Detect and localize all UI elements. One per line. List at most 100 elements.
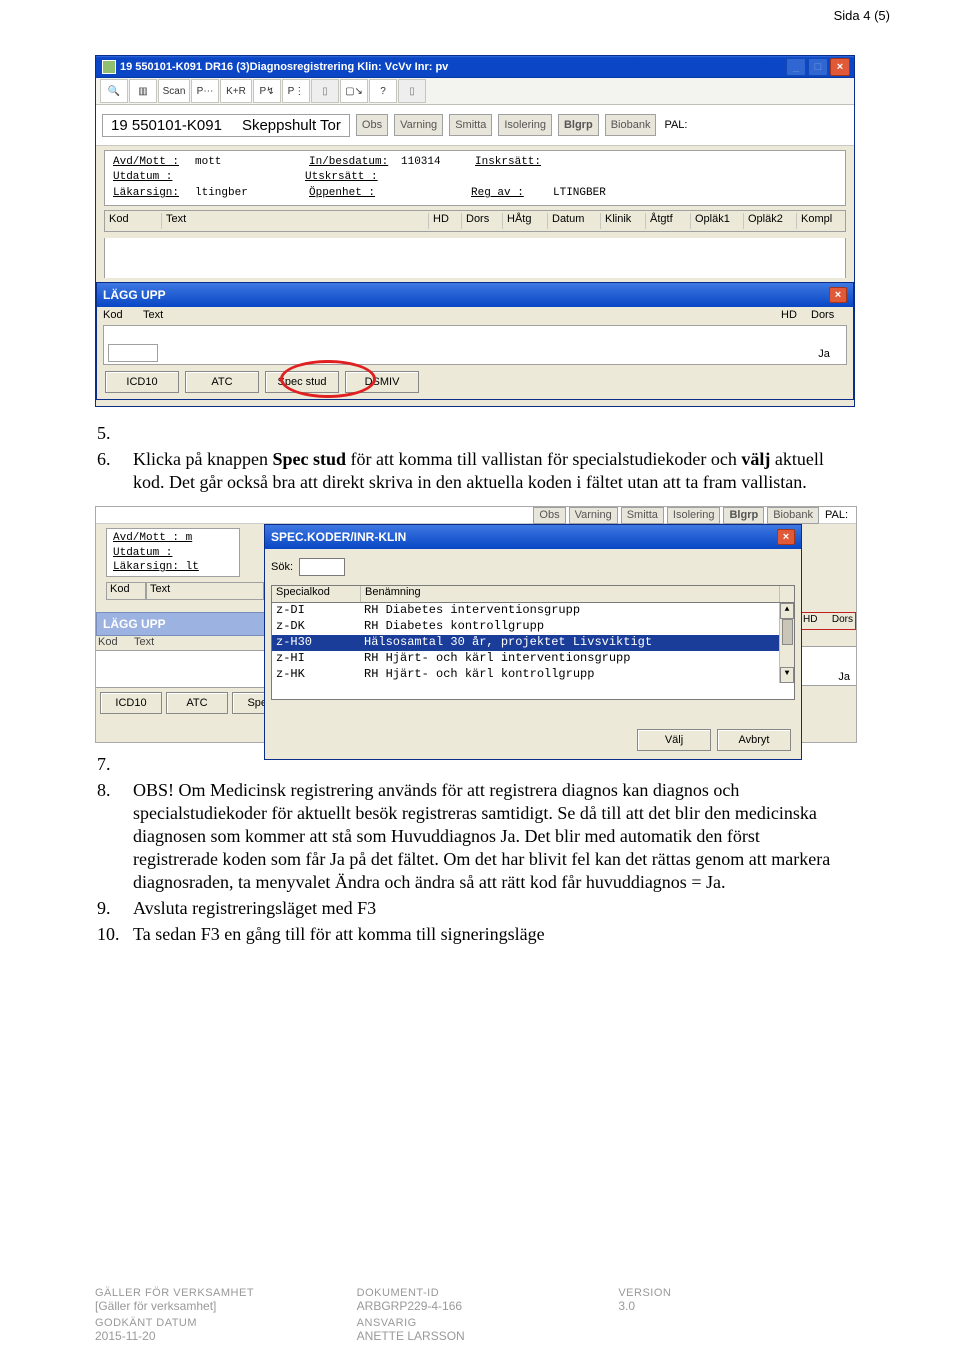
- blgrp-button[interactable]: Blgrp: [723, 507, 764, 524]
- value-lakarsign: ltingber: [195, 186, 305, 201]
- codelist[interactable]: ▲ ▼ z-DIRH Diabetes interventionsgruppz-…: [271, 602, 795, 700]
- scroll-thumb[interactable]: [782, 619, 793, 645]
- scrollbar[interactable]: ▲ ▼: [779, 603, 794, 683]
- avbryt-button[interactable]: Avbryt: [717, 729, 791, 751]
- item-text: Ta sedan F3 en gång till för att komma t…: [133, 923, 880, 946]
- icd10-button[interactable]: ICD10: [100, 692, 162, 714]
- label-lakarsign: Läkarsign:: [113, 186, 191, 201]
- document-footer: GÄLLER FÖR VERKSAMHET [Gäller för verksa…: [95, 1287, 880, 1343]
- chart-icon[interactable]: P↯: [253, 79, 281, 103]
- sok-label: Sök:: [271, 561, 293, 573]
- code-cell: z-HI: [272, 651, 360, 667]
- patient-id-box: 19 550101-K091 Skeppshult Tor: [102, 114, 350, 137]
- value-avdmott: mott: [195, 155, 305, 170]
- col-datum: Datum: [548, 213, 601, 229]
- pal-label: PAL:: [823, 509, 850, 521]
- scroll-up-icon[interactable]: ▲: [780, 603, 794, 619]
- item-number: 7.: [95, 753, 133, 776]
- dsmiv-button[interactable]: DSMIV: [345, 371, 419, 393]
- name-cell: RH Hjärt- och kärl interventionsgrupp: [360, 651, 794, 667]
- col-hd: HD: [429, 213, 462, 229]
- scroll-down-icon[interactable]: ▼: [780, 667, 794, 683]
- spec-stud-button[interactable]: Spec stud: [265, 371, 339, 393]
- p2-icon[interactable]: P⋮: [282, 79, 310, 103]
- card-icon[interactable]: ▥: [129, 79, 157, 103]
- valj-button[interactable]: Välj: [637, 729, 711, 751]
- footer-value: [Gäller för verksamhet]: [95, 1299, 357, 1313]
- name-cell: RH Diabetes interventionsgrupp: [360, 603, 794, 619]
- col-benamning: Benämning: [361, 586, 779, 602]
- name-cell: Hälsosamtal 30 år, projektet Livsviktigt: [360, 635, 794, 651]
- obs-button[interactable]: Obs: [533, 507, 565, 524]
- empty-grid-area: [104, 238, 846, 278]
- maximize-button[interactable]: □: [808, 58, 828, 76]
- name-cell: RH Diabetes kontrollgrupp: [360, 619, 794, 635]
- codelist-row[interactable]: z-HKRH Hjärt- och kärl kontrollgrupp: [272, 667, 794, 683]
- entry-row: Ja: [103, 325, 847, 365]
- patient-bar: 19 550101-K091 Skeppshult Tor Obs Varnin…: [96, 105, 854, 146]
- obs-button[interactable]: Obs: [356, 114, 388, 136]
- label-utdatum: Utdatum :: [113, 170, 301, 185]
- item-number: 8.: [95, 779, 133, 894]
- dlg-col-kod: Kod: [103, 309, 143, 323]
- speckoder-dialog: SPEC.KODER/INR-KLIN × Sök: Specialkod Be…: [264, 524, 802, 760]
- code-cell: z-H30: [272, 635, 360, 651]
- list-item: 10. Ta sedan F3 en gång till för att kom…: [95, 923, 880, 946]
- ja-value: Ja: [800, 646, 856, 686]
- biobank-button[interactable]: Biobank: [605, 114, 657, 136]
- speckoder-title: SPEC.KODER/INR-KLIN: [271, 530, 406, 544]
- dialog-close-button[interactable]: ×: [777, 529, 795, 545]
- isolering-button[interactable]: Isolering: [498, 114, 552, 136]
- toolbar: 🔍 ▥ Scan P⋯ K+R P↯ P⋮ ▯ ▢↘ ? ▯: [96, 78, 854, 105]
- dialog-close-button[interactable]: ×: [829, 287, 847, 303]
- blgrp-button[interactable]: Blgrp: [558, 114, 599, 136]
- atc-button[interactable]: ATC: [185, 371, 259, 393]
- scroll-corner: [779, 586, 794, 602]
- doc-icon[interactable]: ▢↘: [340, 79, 368, 103]
- patient-name: Skeppshult Tor: [242, 117, 341, 134]
- varning-button[interactable]: Varning: [569, 507, 618, 524]
- dimmed-icon-2[interactable]: ▯: [398, 79, 426, 103]
- varning-button[interactable]: Varning: [394, 114, 443, 136]
- footer-label: GÄLLER FÖR VERKSAMHET: [95, 1287, 357, 1299]
- lagg-upp-faded: LÄGG UPP Kod Text ICD10 ATC Spec: [96, 612, 264, 718]
- col-specialkod: Specialkod: [272, 586, 361, 602]
- icd10-button[interactable]: ICD10: [105, 371, 179, 393]
- close-button[interactable]: ×: [830, 58, 850, 76]
- help-icon[interactable]: ?: [369, 79, 397, 103]
- smitta-button[interactable]: Smitta: [449, 114, 492, 136]
- label-avdmott: Avd/Mott :: [113, 155, 191, 170]
- kod-input[interactable]: [108, 344, 158, 362]
- minimize-button[interactable]: _: [786, 58, 806, 76]
- ja-value: Ja: [806, 348, 842, 362]
- codelist-row[interactable]: z-DKRH Diabetes kontrollgrupp: [272, 619, 794, 635]
- codelist-row[interactable]: z-H30Hälsosamtal 30 år, projektet Livsvi…: [272, 635, 794, 651]
- codelist-row[interactable]: z-DIRH Diabetes interventionsgrupp: [272, 603, 794, 619]
- footer-label: VERSION: [618, 1287, 880, 1299]
- col-atgtf: Åtgtf: [646, 213, 691, 229]
- value-regav: LTINGBER: [553, 186, 606, 201]
- item-text: [133, 422, 880, 445]
- title-bar[interactable]: 19 550101-K091 DR16 (3)Diagnosregistreri…: [96, 56, 854, 78]
- list-item: 8. OBS! Om Medicinsk registrering använd…: [95, 779, 880, 894]
- search-icon[interactable]: 🔍: [100, 79, 128, 103]
- footer-label: DOKUMENT-ID: [357, 1287, 619, 1299]
- atc-button[interactable]: ATC: [166, 692, 228, 714]
- codelist-row[interactable]: z-HIRH Hjärt- och kärl interventionsgrup…: [272, 651, 794, 667]
- label-regav: Reg av :: [471, 186, 549, 201]
- p-icon[interactable]: P⋯: [191, 79, 219, 103]
- sok-input[interactable]: [299, 558, 345, 576]
- code-cell: z-HK: [272, 667, 360, 683]
- page-number: Sida 4 (5): [834, 8, 890, 23]
- right-fragment: HD Dors Ja: [800, 612, 856, 686]
- screenshot-speckoder: Obs Varning Smitta Isolering Blgrp Bioba…: [95, 506, 857, 743]
- dimmed-icon[interactable]: ▯: [311, 79, 339, 103]
- biobank-button[interactable]: Biobank: [767, 507, 819, 524]
- kplusr-button[interactable]: K+R: [220, 79, 252, 103]
- smitta-button[interactable]: Smitta: [621, 507, 664, 524]
- item-number: 10.: [95, 923, 133, 946]
- scan-button[interactable]: Scan: [158, 79, 190, 103]
- app-icon: [102, 60, 116, 74]
- isolering-button[interactable]: Isolering: [667, 507, 721, 524]
- dlg-col-dors: Dors: [811, 309, 847, 323]
